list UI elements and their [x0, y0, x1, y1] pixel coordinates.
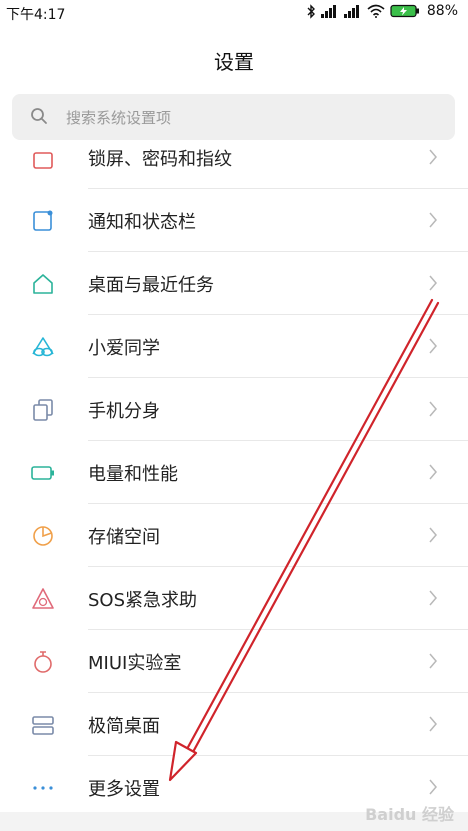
xiaoai-icon [32, 337, 54, 357]
chevron-right-icon [429, 401, 437, 417]
settings-item-label: 电量和性能 [88, 464, 178, 485]
settings-item-lock[interactable]: 锁屏、密码和指纹 [0, 148, 468, 189]
chevron-right-icon [429, 527, 437, 543]
settings-item-label: MIUI实验室 [88, 653, 182, 674]
search-placeholder: 搜索系统设置项 [66, 109, 172, 127]
lock-icon [33, 152, 53, 169]
settings-item-label: SOS紧急求助 [88, 590, 198, 611]
chevron-right-icon [429, 275, 437, 291]
settings-item-notifications[interactable]: 通知和状态栏 [0, 189, 468, 252]
wifi-icon [367, 4, 385, 18]
chevron-right-icon [429, 464, 437, 480]
signal-icon [320, 5, 336, 18]
storage-icon [33, 526, 53, 546]
settings-list: 锁屏、密码和指纹 通知和状态栏 桌面与最近任务 小爱同学 手机分身 电量和性能 … [0, 148, 468, 820]
signal-icon [343, 5, 359, 18]
notification-icon [33, 210, 53, 231]
status-icons: 88% [307, 3, 458, 19]
chevron-right-icon [429, 338, 437, 354]
settings-item-label: 桌面与最近任务 [88, 275, 214, 296]
lab-icon [34, 651, 52, 673]
page-title: 设置 [214, 50, 254, 74]
settings-item-xiaoai[interactable]: 小爱同学 [0, 315, 468, 378]
battery-icon [31, 466, 54, 480]
settings-item-label: 更多设置 [88, 779, 160, 800]
search-bar[interactable]: 搜索系统设置项 [12, 94, 455, 140]
settings-item-desktop[interactable]: 桌面与最近任务 [0, 252, 468, 315]
chevron-right-icon [429, 779, 437, 795]
settings-item-label: 极简桌面 [88, 716, 160, 737]
home-icon [33, 274, 53, 294]
settings-item-simple-home[interactable]: 极简桌面 [0, 693, 468, 756]
sos-icon [32, 588, 54, 609]
chevron-right-icon [429, 149, 437, 165]
chevron-right-icon [429, 653, 437, 669]
battery-percent: 88% [426, 3, 458, 19]
settings-item-lab[interactable]: MIUI实验室 [0, 630, 468, 693]
settings-item-label: 锁屏、密码和指纹 [88, 149, 232, 170]
settings-item-battery[interactable]: 电量和性能 [0, 441, 468, 504]
search-icon [31, 108, 47, 124]
status-time: 下午4:17 [6, 7, 66, 23]
watermark: Baidu 经验 [365, 805, 454, 824]
settings-item-second-space[interactable]: 手机分身 [0, 378, 468, 441]
settings-item-storage[interactable]: 存储空间 [0, 504, 468, 567]
settings-item-label: 小爱同学 [88, 338, 160, 359]
chevron-right-icon [429, 716, 437, 732]
settings-item-label: 存储空间 [88, 527, 160, 548]
bluetooth-icon [307, 3, 315, 19]
settings-item-label: 通知和状态栏 [88, 212, 196, 233]
second-space-icon [33, 399, 53, 421]
battery-charging-icon [390, 4, 419, 18]
simple-home-icon [32, 716, 54, 735]
more-icon [33, 786, 53, 790]
settings-item-label: 手机分身 [88, 401, 160, 422]
status-bar: 下午4:17 88% [0, 0, 468, 26]
chevron-right-icon [429, 590, 437, 606]
chevron-right-icon [429, 212, 437, 228]
settings-item-sos[interactable]: SOS紧急求助 [0, 567, 468, 630]
